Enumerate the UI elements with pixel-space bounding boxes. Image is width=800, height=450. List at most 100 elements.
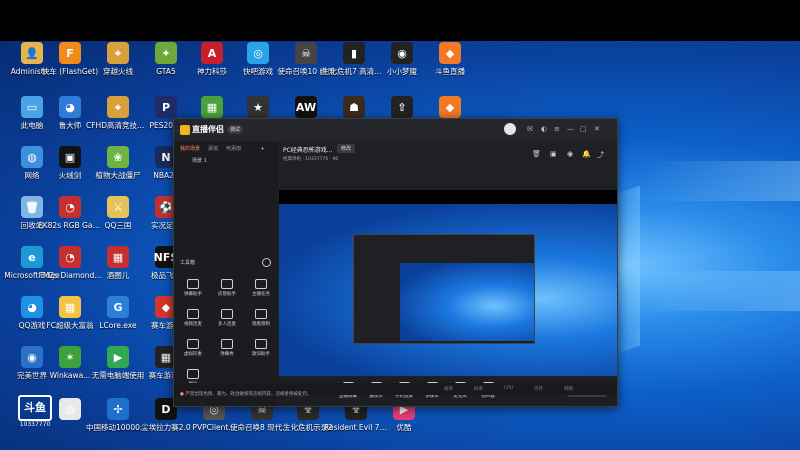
preview-desktop — [279, 204, 617, 376]
tool-icon — [221, 309, 233, 319]
viewer-count: 90 — [332, 157, 339, 162]
tool-button[interactable]: 观看限制 — [244, 309, 278, 327]
tool-label: 虚拟形象 — [184, 352, 202, 357]
room-id: 10337770 — [305, 157, 329, 162]
tool-label: 多人连麦 — [218, 322, 236, 327]
app-icon: ☠ — [295, 42, 317, 64]
notice-text: 严禁出现色情、暴力、政治敏感等违规内容，违规者将被处罚。 — [185, 392, 312, 397]
notice-icon: ● — [180, 392, 184, 397]
app-logo: 直播伴侣 测试 — [180, 124, 244, 135]
tool-button[interactable]: 多人连麦 — [210, 309, 244, 327]
menu-icon[interactable]: ≡ — [554, 125, 560, 133]
platform-watermark: 斗鱼 10337770 — [14, 395, 56, 437]
app-icon: ❀ — [107, 146, 129, 168]
tool-button[interactable]: 视频连麦 — [176, 309, 210, 327]
app-icon: ★ — [247, 96, 269, 118]
add-scene-icon[interactable]: + — [261, 146, 265, 152]
layout-icon[interactable]: ▣ — [550, 150, 557, 158]
stream-preview[interactable] — [279, 190, 617, 376]
streaming-app-window[interactable]: 直播伴侣 测试 ✉ ◐ ≡ — ▢ ✕ 我的场景 添加 可添加 + 场景 1 工具箱 … — [173, 118, 618, 407]
status-memory: 内存 — [534, 387, 543, 392]
app-icon: F — [59, 42, 81, 64]
nested-app-preview — [353, 234, 535, 344]
scene-panel: 我的场景 添加 可添加 + 场景 1 工具箱 弹幕助手 房管助手 主播任务视频连麦 多人连… — [174, 141, 278, 406]
wallpaper-beam — [640, 161, 800, 201]
minimize-icon[interactable]: — — [567, 125, 574, 133]
app-icon: ⇧ — [391, 96, 413, 118]
app-icon: AW — [295, 96, 317, 118]
app-icon: ⌖ — [107, 42, 129, 64]
stream-meta: 经典单机 · 10337770 · 90 — [283, 157, 339, 162]
tool-label: 主播任务 — [252, 292, 270, 297]
app-icon: ◆ — [439, 42, 461, 64]
edit-title-button[interactable]: 修改 — [337, 144, 356, 153]
tab-addable[interactable]: 可添加 — [226, 146, 241, 152]
app-logo-icon — [180, 124, 190, 135]
tool-label: 观看限制 — [252, 322, 270, 327]
app-title: 直播伴侣 — [192, 125, 224, 134]
desktop-icon-label: 优酷 — [396, 423, 412, 432]
nested-preview-desktop — [400, 263, 534, 341]
close-icon[interactable]: ✕ — [594, 125, 600, 133]
status-cpu: CPU — [504, 386, 514, 391]
tool-button[interactable]: 房管助手 — [210, 279, 244, 297]
watermark-logo: 斗鱼 — [18, 395, 52, 421]
app-icon: ▣ — [59, 146, 81, 168]
app-icon: ◎ — [247, 42, 269, 64]
tool-icon — [187, 339, 199, 349]
bell-icon[interactable]: 🔔 — [582, 150, 591, 158]
notice-banner: ● 严禁出现色情、暴力、政治敏感等违规内容，违规者将被处罚。 — [180, 391, 450, 401]
share-icon[interactable]: ⤴ — [597, 150, 604, 160]
tool-icon — [255, 309, 267, 319]
app-icon: ◔ — [59, 246, 81, 268]
tool-button[interactable]: 弹幕秀 — [210, 339, 244, 357]
app-icon: ☗ — [343, 96, 365, 118]
app-icon: ✶ — [59, 346, 81, 368]
tool-button[interactable]: 歌词助手 — [244, 339, 278, 357]
app-icon: ▮ — [343, 42, 365, 64]
app-icon: ⚔ — [107, 196, 129, 218]
category-label: 经典单机 — [283, 157, 301, 162]
tools-header: 工具箱 — [180, 260, 196, 266]
main-panel: PC经典恐怖游戏... 修改 经典单机 · 10337770 · 90 🗑 ▣ … — [279, 141, 617, 406]
app-icon: ◆ — [439, 96, 461, 118]
desktop-icon[interactable]: ◆ 斗鱼直播 — [418, 42, 482, 76]
app-icon: ◍ — [59, 398, 81, 420]
scene-tabs: 我的场景 添加 可添加 + — [180, 145, 273, 152]
tab-add[interactable]: 添加 — [208, 146, 218, 152]
app-icon: ◉ — [391, 42, 413, 64]
tool-label: 视频连麦 — [184, 322, 202, 327]
app-badge: 测试 — [227, 125, 244, 134]
wallpaper-beam — [640, 271, 800, 311]
tool-icon — [255, 279, 267, 289]
tool-icon — [221, 339, 233, 349]
avatar[interactable] — [504, 123, 516, 135]
app-icon: ⌖ — [107, 96, 129, 118]
skin-icon[interactable]: ◐ — [541, 125, 547, 133]
tool-label: 房管助手 — [218, 292, 236, 297]
status-bitrate: 码率 — [474, 387, 483, 392]
record-icon[interactable]: ◉ — [567, 150, 573, 158]
tool-button[interactable]: 虚拟形象 — [176, 339, 210, 357]
tool-button[interactable]: 弹幕助手 — [176, 279, 210, 297]
app-icon: ▦ — [201, 96, 223, 118]
mail-icon[interactable]: ✉ — [527, 125, 533, 133]
app-icon: ▦ — [59, 296, 81, 318]
tool-label: 歌词助手 — [252, 352, 270, 357]
tools-collapse-icon[interactable] — [262, 258, 271, 267]
restore-icon[interactable]: ▢ — [580, 125, 587, 133]
watermark-room: 10337770 — [19, 421, 51, 428]
app-icon: G — [107, 296, 129, 318]
tool-icon — [221, 279, 233, 289]
scene-item[interactable]: 场景 1 — [192, 157, 207, 164]
tab-my-scenes[interactable]: 我的场景 — [180, 146, 200, 152]
tool-icon — [255, 339, 267, 349]
tool-button[interactable]: 主播任务 — [244, 279, 278, 297]
tool-icon — [187, 369, 199, 379]
app-icon: A — [201, 42, 223, 64]
app-icon: ✦ — [155, 42, 177, 64]
tool-label: 弹幕助手 — [184, 292, 202, 297]
stream-title: PC经典恐怖游戏... — [283, 147, 333, 154]
trash-icon[interactable]: 🗑 — [532, 150, 541, 158]
app-titlebar[interactable]: 直播伴侣 测试 ✉ ◐ ≡ — ▢ ✕ — [174, 119, 617, 141]
